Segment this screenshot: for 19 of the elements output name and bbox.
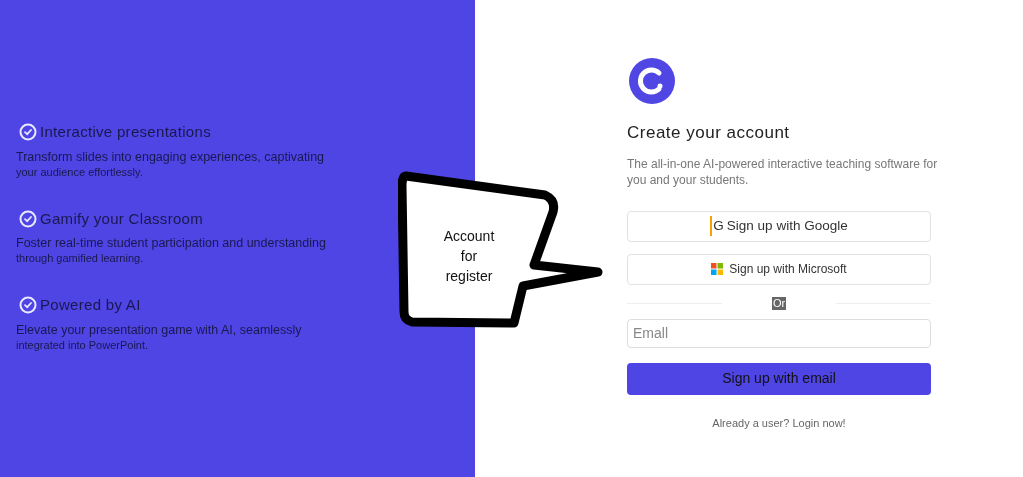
check-circle-icon (19, 209, 37, 228)
login-link[interactable]: Already a user? Login now! (627, 414, 931, 431)
email-field[interactable]: Emall (627, 318, 931, 348)
feature-title: Interactive presentations (40, 122, 211, 142)
microsoft-icon (711, 263, 724, 275)
callout-text: Account for register (442, 227, 496, 286)
page-subtitle: The all-in-one AI-powered interactive teaching software for you and your students. (627, 155, 939, 188)
divider-label: Or (771, 296, 787, 310)
logo-icon (629, 58, 675, 104)
feature-title: Powered by AI (40, 295, 141, 315)
page-title: Create your account (627, 122, 791, 144)
check-circle-icon (19, 296, 37, 315)
feature-title: Gamify your Classroom (40, 208, 203, 229)
microsoft-sign-up-button[interactable]: Sign up with Microsoft (627, 253, 931, 285)
check-circle-icon (19, 123, 37, 142)
feature-description: Elevate your presentation game with AI, seamlessly integrated into PowerPoint. (16, 322, 302, 352)
google-sign-up-button[interactable]: G Sign up with Google (627, 210, 931, 242)
feature-description: Foster real-time student participation and understanding through gamified learning. (16, 236, 326, 265)
feature-description: Transform slides into engaging experiences, captivating your audience effortlessly. (16, 149, 325, 179)
